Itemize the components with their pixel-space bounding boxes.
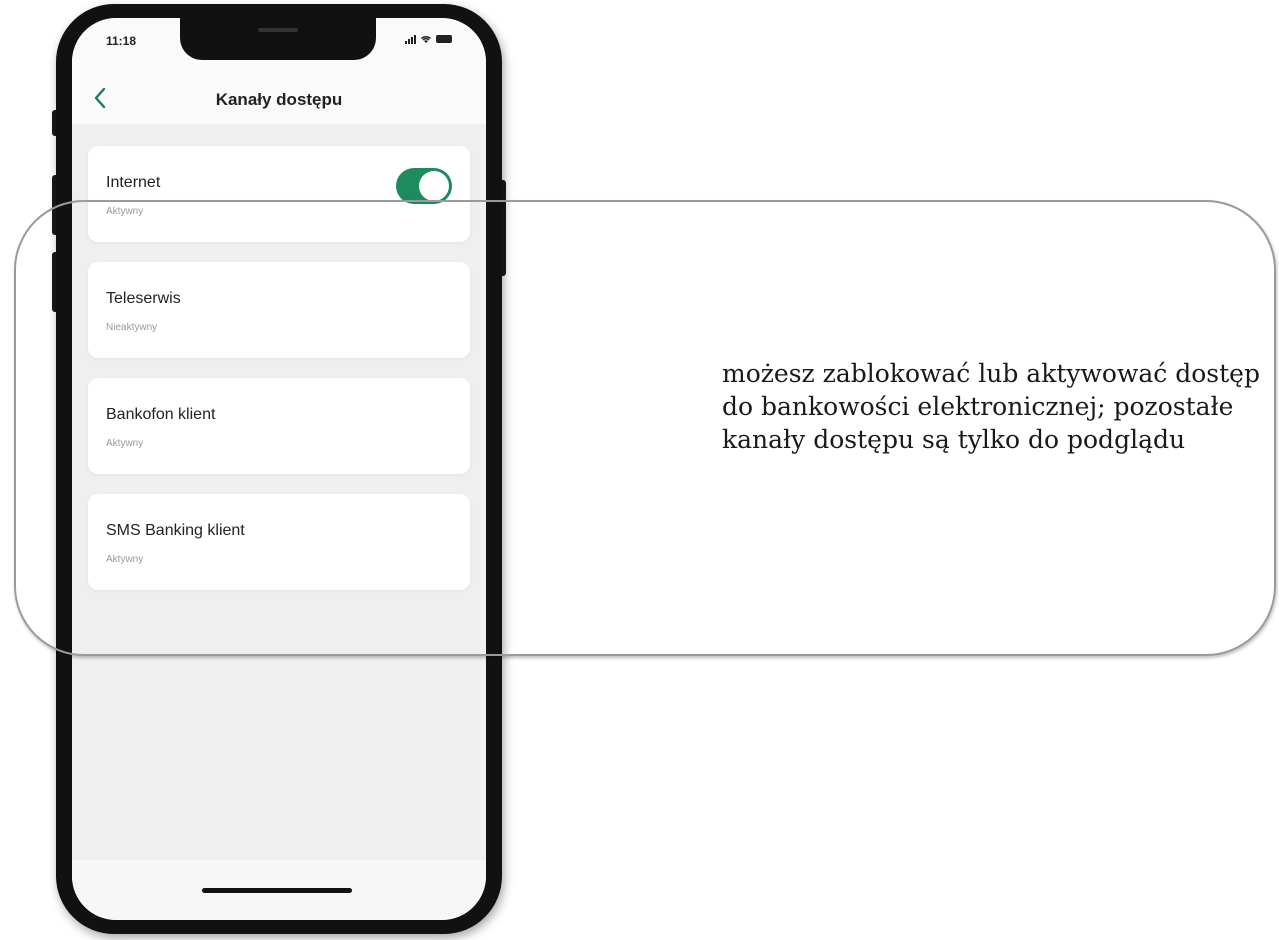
phone-notch xyxy=(180,18,376,60)
home-indicator[interactable] xyxy=(202,888,352,893)
channel-card-teleserwis[interactable]: Teleserwis Nieaktywny xyxy=(88,262,470,358)
channel-card-sms-banking[interactable]: SMS Banking klient Aktywny xyxy=(88,494,470,590)
stage: 11:18 Kanały dostępu Internet Aktywny Te… xyxy=(0,0,1279,940)
page-title: Kanały dostępu xyxy=(215,90,343,109)
status-icons xyxy=(405,34,452,44)
channel-name: Bankofon klient xyxy=(106,406,216,423)
channel-name: SMS Banking klient xyxy=(106,522,245,539)
channel-name: Teleserwis xyxy=(106,290,181,307)
channel-list: Internet Aktywny Teleserwis Nieaktywny B… xyxy=(72,124,486,920)
speaker-grille xyxy=(258,28,298,32)
annotation-text: możesz zablokować lub aktywować dostęp d… xyxy=(722,359,1260,454)
status-time: 11:18 xyxy=(106,34,137,48)
channel-status: Aktywny xyxy=(106,438,144,449)
app-header: Kanały dostępu xyxy=(72,74,486,124)
channel-status: Aktywny xyxy=(106,554,144,565)
channel-status: Aktywny xyxy=(106,206,144,217)
channel-card-bankofon[interactable]: Bankofon klient Aktywny xyxy=(88,378,470,474)
internet-toggle[interactable] xyxy=(396,168,452,204)
phone-screen: 11:18 Kanały dostępu Internet Aktywny Te… xyxy=(72,18,486,920)
channel-name: Internet xyxy=(106,174,161,191)
channel-status: Nieaktywny xyxy=(106,322,158,333)
channel-card-internet[interactable]: Internet Aktywny xyxy=(88,146,470,242)
wifi-icon xyxy=(420,36,432,43)
toggle-knob xyxy=(419,171,449,201)
signal-icon xyxy=(405,34,416,44)
battery-icon xyxy=(436,35,452,43)
